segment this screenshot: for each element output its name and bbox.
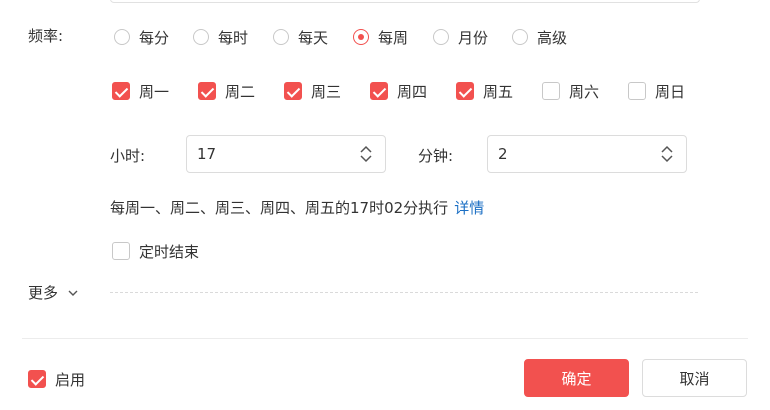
hour-label: 小时: — [110, 147, 146, 165]
checkbox-label: 周一 — [139, 82, 170, 101]
checkmark-icon[interactable] — [456, 82, 474, 100]
radio-label: 高级 — [537, 28, 568, 47]
checkbox-saturday[interactable]: 周六 — [542, 80, 599, 102]
checkmark-icon[interactable] — [370, 82, 388, 100]
radio-circle[interactable] — [512, 29, 528, 45]
checkbox-label: 周四 — [397, 82, 428, 101]
checkmark-icon[interactable] — [284, 82, 302, 100]
checkmark-icon[interactable] — [112, 82, 130, 100]
details-link[interactable]: 详情 — [454, 199, 484, 217]
top-input-field-edge[interactable] — [110, 0, 700, 3]
checkbox-box[interactable] — [628, 82, 646, 100]
minute-stepper[interactable] — [487, 135, 687, 173]
checkbox-timed-end[interactable]: 定时结束 — [112, 240, 199, 262]
chevron-down-icon — [68, 290, 78, 296]
radio-every-day[interactable]: 每天 — [273, 26, 328, 48]
more-toggle[interactable]: 更多 — [28, 282, 79, 303]
checkbox-friday[interactable]: 周五 — [456, 80, 513, 102]
checkbox-label: 周三 — [311, 82, 342, 101]
radio-circle[interactable] — [433, 29, 449, 45]
checkbox-wednesday[interactable]: 周三 — [284, 80, 341, 102]
radio-label: 每分 — [139, 28, 170, 47]
checkbox-label: 周六 — [569, 82, 600, 101]
checkbox-enable[interactable]: 启用 — [28, 368, 85, 390]
radio-monthly[interactable]: 月份 — [433, 26, 488, 48]
confirm-button[interactable]: 确定 — [524, 359, 629, 397]
checkbox-label: 启用 — [55, 370, 86, 389]
checkbox-label: 周五 — [483, 82, 514, 101]
radio-label: 每天 — [298, 28, 329, 47]
radio-advanced[interactable]: 高级 — [512, 26, 567, 48]
radio-label: 每周 — [378, 28, 409, 47]
hour-stepper[interactable] — [186, 135, 386, 173]
schedule-summary-text: 每周一、周二、周三、周四、周五的17时02分执行 — [110, 199, 449, 217]
radio-circle[interactable] — [193, 29, 209, 45]
minute-label: 分钟: — [418, 147, 454, 165]
radio-every-week[interactable]: 每周 — [353, 26, 408, 48]
frequency-label: 频率: — [28, 27, 64, 45]
checkbox-label: 周日 — [655, 82, 686, 101]
schedule-summary: 每周一、周二、周三、周四、周五的17时02分执行 详情 — [110, 197, 484, 218]
footer-divider — [22, 338, 748, 339]
checkbox-box[interactable] — [112, 242, 130, 260]
checkbox-thursday[interactable]: 周四 — [370, 80, 427, 102]
radio-circle-selected[interactable] — [353, 29, 369, 45]
radio-circle[interactable] — [114, 29, 130, 45]
radio-label: 每时 — [218, 28, 249, 47]
checkbox-label: 周二 — [225, 82, 256, 101]
section-divider-dashed — [110, 292, 698, 293]
hour-input[interactable] — [197, 144, 337, 164]
checkmark-icon[interactable] — [28, 370, 46, 388]
cancel-button[interactable]: 取消 — [642, 359, 747, 397]
checkbox-label: 定时结束 — [139, 242, 200, 261]
more-label: 更多 — [28, 284, 59, 302]
checkbox-tuesday[interactable]: 周二 — [198, 80, 255, 102]
radio-every-hour[interactable]: 每时 — [193, 26, 248, 48]
checkbox-box[interactable] — [542, 82, 560, 100]
radio-label: 月份 — [458, 28, 489, 47]
checkmark-icon[interactable] — [198, 82, 216, 100]
radio-every-minute[interactable]: 每分 — [114, 26, 169, 48]
stepper-arrows-icon[interactable] — [359, 144, 373, 164]
stepper-arrows-icon[interactable] — [660, 144, 674, 164]
minute-input[interactable] — [498, 144, 638, 164]
radio-circle[interactable] — [273, 29, 289, 45]
checkbox-sunday[interactable]: 周日 — [628, 80, 685, 102]
checkbox-monday[interactable]: 周一 — [112, 80, 169, 102]
